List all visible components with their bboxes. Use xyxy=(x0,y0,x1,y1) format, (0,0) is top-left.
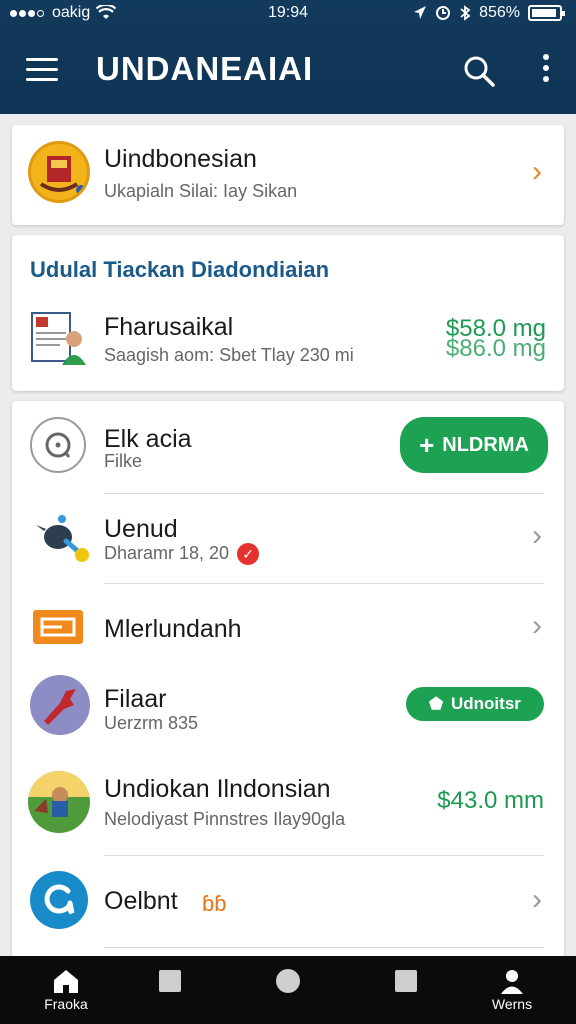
bottom-navigation: Fraoka Werns xyxy=(0,956,576,1024)
square-icon xyxy=(395,970,417,992)
app-title: UNDANEAIAI xyxy=(96,50,314,87)
circle-icon xyxy=(276,969,300,993)
chat-app-avatar xyxy=(30,871,88,929)
status-bar: oakig 19:94 856% xyxy=(0,0,576,28)
list-item-subtitle: Filke xyxy=(104,451,143,471)
list-item-title: Elk acia xyxy=(104,425,192,453)
list-item-title: Undiokan Ilndonsian xyxy=(104,775,331,803)
profile-card[interactable]: Uindbonesian Ukapialn Silai: Iay Sikan › xyxy=(12,125,564,225)
featured-price-secondary: $86.0 mg xyxy=(445,335,546,362)
home-icon xyxy=(54,970,78,993)
nav-item-4[interactable] xyxy=(366,966,446,996)
featured-card: Udulal Tiackan Diadondiaian Fharusaikal … xyxy=(12,235,564,391)
add-button[interactable]: + NLDRMA xyxy=(400,417,548,473)
flame-icon: ɓɓ xyxy=(202,891,227,916)
list-item-subtitle: Uerzrm 835 xyxy=(104,713,199,733)
emblem-icon xyxy=(39,156,86,195)
action-button-label: Udnoitsr xyxy=(451,694,521,713)
list-item[interactable]: Undiokan Ilndonsian Nelodiyast Pinnstres… xyxy=(12,765,564,855)
featured-item-title: Fharusaikal xyxy=(104,313,234,341)
person-icon xyxy=(501,970,523,994)
list-item-title: Uenud xyxy=(104,515,178,543)
location-icon xyxy=(414,6,427,19)
chat-bubble-icon xyxy=(30,417,86,473)
bird-icon xyxy=(32,509,92,565)
list-item-title: Oelbnt xyxy=(104,887,178,915)
wrench-icon xyxy=(44,689,76,725)
list-item-title: Mlerlundanh xyxy=(104,615,242,643)
document-thumbnail-icon xyxy=(30,309,88,367)
emblem-avatar xyxy=(28,141,90,203)
list-item-subtitle: Nelodiyast Pinnstres Ilay90gla xyxy=(104,809,346,829)
alarm-icon xyxy=(436,6,451,20)
chat-bubble-icon xyxy=(44,884,75,915)
tool-avatar xyxy=(30,675,90,735)
list-item-subtitle: Dharamr 18, 20 ✓ xyxy=(104,543,260,566)
nav-profile[interactable]: Werns xyxy=(472,966,552,1012)
nav-home[interactable]: Fraoka xyxy=(26,966,106,1012)
scene-avatar xyxy=(28,771,90,833)
item-list: Elk acia Filke + NLDRMA Uenud Dharamr 18… xyxy=(12,401,564,961)
list-item[interactable]: Filaar Uerzrm 835 ⬟ Udnoitsr xyxy=(12,673,564,763)
search-icon[interactable] xyxy=(462,54,496,88)
battery-percent: 856% xyxy=(479,4,520,21)
nav-profile-label: Werns xyxy=(491,996,533,1012)
square-icon xyxy=(159,970,181,992)
action-button[interactable]: ⬟ Udnoitsr xyxy=(406,687,544,721)
chevron-right-icon[interactable]: › xyxy=(532,155,542,189)
app-bar: UNDANEAIAI xyxy=(0,36,576,108)
chevron-right-icon[interactable]: › xyxy=(532,609,542,643)
profile-name: Uindbonesian xyxy=(104,145,257,173)
divider xyxy=(104,855,544,856)
chevron-right-icon[interactable]: › xyxy=(532,519,542,553)
hamburger-menu-icon[interactable] xyxy=(26,58,58,84)
top-bar: oakig 19:94 856% UNDANEAIAI xyxy=(0,0,576,114)
battery-icon xyxy=(528,5,565,21)
item-price: $43.0 mm xyxy=(437,787,544,814)
folder-card-icon xyxy=(32,609,84,645)
list-item[interactable]: Uenud Dharamr 18, 20 ✓ › xyxy=(12,493,564,583)
list-item[interactable]: Elk acia Filke + NLDRMA xyxy=(12,401,564,491)
verified-check-icon: ✓ xyxy=(237,543,260,566)
add-button-label: NLDRMA xyxy=(442,433,529,456)
nav-item-2[interactable] xyxy=(130,966,210,996)
list-item[interactable]: Oelbnt ɓɓ › xyxy=(12,857,564,947)
tag-icon: ⬟ xyxy=(429,696,443,713)
profile-subtitle: Ukapialn Silai: Iay Sikan xyxy=(104,181,298,201)
list-item[interactable]: Mlerlundanh › xyxy=(12,583,564,673)
more-options-icon[interactable] xyxy=(540,54,552,88)
bluetooth-icon xyxy=(460,5,471,21)
divider xyxy=(104,947,544,948)
nav-item-3[interactable] xyxy=(248,966,328,996)
featured-item-subtitle: Saagish aom: Sbet Tlay 230 mi xyxy=(104,345,354,365)
section-heading: Udulal Tiackan Diadondiaian xyxy=(30,257,330,282)
plus-icon: + xyxy=(419,429,435,460)
chevron-right-icon[interactable]: › xyxy=(532,883,542,917)
list-item-title: Filaar xyxy=(104,685,167,713)
nav-home-label: Fraoka xyxy=(44,996,88,1012)
